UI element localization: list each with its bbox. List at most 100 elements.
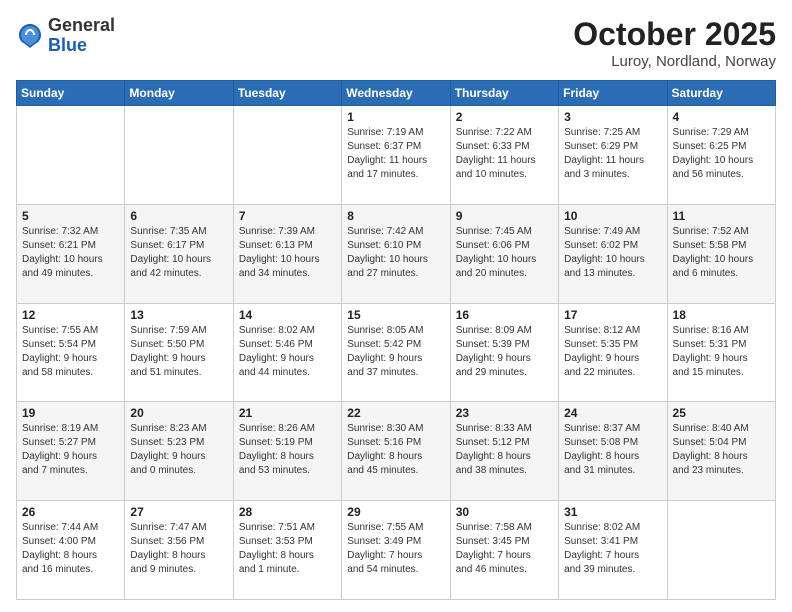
cell-date-w5-d4: 29 bbox=[347, 505, 444, 519]
cell-info-w3-d5: Sunrise: 8:09 AM Sunset: 5:39 PM Dayligh… bbox=[456, 324, 553, 380]
calendar-cell-w1-d7: 4Sunrise: 7:29 AM Sunset: 6:25 PM Daylig… bbox=[667, 106, 775, 205]
logo-general-text: General bbox=[48, 16, 115, 36]
cell-date-w2-d5: 9 bbox=[456, 209, 553, 223]
calendar-cell-w1-d3 bbox=[233, 106, 341, 205]
cell-date-w2-d4: 8 bbox=[347, 209, 444, 223]
calendar-cell-w3-d1: 12Sunrise: 7:55 AM Sunset: 5:54 PM Dayli… bbox=[17, 303, 125, 402]
calendar-header-row: Sunday Monday Tuesday Wednesday Thursday… bbox=[17, 81, 776, 106]
cell-date-w3-d7: 18 bbox=[673, 308, 770, 322]
title-location: Luroy, Nordland, Norway bbox=[573, 53, 776, 70]
cell-date-w4-d1: 19 bbox=[22, 406, 119, 420]
cell-info-w2-d2: Sunrise: 7:35 AM Sunset: 6:17 PM Dayligh… bbox=[130, 225, 227, 281]
calendar-cell-w4-d1: 19 Sunrise: 8:19 AM Sunset: 5:27 PM Dayli… bbox=[17, 402, 125, 501]
cell-date-w3-d4: 15 bbox=[347, 308, 444, 322]
calendar-week-3: 12Sunrise: 7:55 AM Sunset: 5:54 PM Dayli… bbox=[17, 303, 776, 402]
logo-blue-text: Blue bbox=[48, 36, 115, 56]
cell-info-w4-d7: Sunrise: 8:40 AM Sunset: 5:04 PM Dayligh… bbox=[673, 422, 770, 478]
calendar-cell-w2-d1: 5 Sunrise: 7:32 AM Sunset: 6:21 PM Daylig… bbox=[17, 204, 125, 303]
calendar-cell-w2-d7: 11Sunrise: 7:52 AM Sunset: 5:58 PM Dayli… bbox=[667, 204, 775, 303]
cell-info-w4-d6: Sunrise: 8:37 AM Sunset: 5:08 PM Dayligh… bbox=[564, 422, 661, 478]
cell-date-w1-d4: 1 bbox=[347, 110, 444, 124]
calendar-cell-w5-d4: 29 Sunrise: 7:55 AM Sunset: 3:49 PM Dayli… bbox=[342, 501, 450, 600]
cell-date-w5-d6: 31 bbox=[564, 505, 661, 519]
cell-info-w1-d5: Sunrise: 7:22 AM Sunset: 6:33 PM Dayligh… bbox=[456, 126, 553, 182]
calendar-cell-w4-d2: 20Sunrise: 8:23 AM Sunset: 5:23 PM Dayli… bbox=[125, 402, 233, 501]
calendar-cell-w1-d2 bbox=[125, 106, 233, 205]
calendar-cell-w2-d3: 7 Sunrise: 7:39 AM Sunset: 6:13 PM Daylig… bbox=[233, 204, 341, 303]
cell-info-w5-d4: Sunrise: 7:55 AM Sunset: 3:49 PM Dayligh… bbox=[347, 521, 444, 577]
calendar-cell-w5-d7 bbox=[667, 501, 775, 600]
calendar-cell-w3-d4: 15Sunrise: 8:05 AM Sunset: 5:42 PM Dayli… bbox=[342, 303, 450, 402]
cell-date-w5-d5: 30 bbox=[456, 505, 553, 519]
header: General Blue October 2025 Luroy, Nordlan… bbox=[16, 16, 776, 70]
calendar-cell-w3-d7: 18 Sunrise: 8:16 AM Sunset: 5:31 PM Dayli… bbox=[667, 303, 775, 402]
cell-date-w3-d6: 17 bbox=[564, 308, 661, 322]
calendar-cell-w3-d2: 13 Sunrise: 7:59 AM Sunset: 5:50 PM Dayli… bbox=[125, 303, 233, 402]
calendar-cell-w2-d2: 6 Sunrise: 7:35 AM Sunset: 6:17 PM Daylig… bbox=[125, 204, 233, 303]
cell-info-w3-d3: Sunrise: 8:02 AM Sunset: 5:46 PM Dayligh… bbox=[239, 324, 336, 380]
cell-date-w2-d1: 5 bbox=[22, 209, 119, 223]
logo: General Blue bbox=[16, 16, 115, 56]
cell-date-w5-d3: 28 bbox=[239, 505, 336, 519]
calendar-week-4: 19 Sunrise: 8:19 AM Sunset: 5:27 PM Dayli… bbox=[17, 402, 776, 501]
calendar-cell-w5-d5: 30 Sunrise: 7:58 AM Sunset: 3:45 PM Dayli… bbox=[450, 501, 558, 600]
day-header-saturday: Saturday bbox=[667, 81, 775, 106]
calendar-table: Sunday Monday Tuesday Wednesday Thursday… bbox=[16, 80, 776, 600]
cell-date-w5-d1: 26 bbox=[22, 505, 119, 519]
calendar-cell-w5-d1: 26 Sunrise: 7:44 AM Sunset: 4:00 PM Dayli… bbox=[17, 501, 125, 600]
calendar-cell-w5-d3: 28 Sunrise: 7:51 AM Sunset: 3:53 PM Dayli… bbox=[233, 501, 341, 600]
calendar-week-2: 5 Sunrise: 7:32 AM Sunset: 6:21 PM Daylig… bbox=[17, 204, 776, 303]
cell-date-w4-d7: 25 bbox=[673, 406, 770, 420]
cell-date-w4-d3: 21 bbox=[239, 406, 336, 420]
calendar-cell-w3-d5: 16Sunrise: 8:09 AM Sunset: 5:39 PM Dayli… bbox=[450, 303, 558, 402]
cell-info-w4-d1: Sunrise: 8:19 AM Sunset: 5:27 PM Dayligh… bbox=[22, 422, 119, 478]
cell-info-w1-d7: Sunrise: 7:29 AM Sunset: 6:25 PM Dayligh… bbox=[673, 126, 770, 182]
cell-date-w3-d3: 14 bbox=[239, 308, 336, 322]
logo-icon bbox=[16, 22, 44, 50]
cell-date-w1-d6: 3 bbox=[564, 110, 661, 124]
cell-date-w2-d6: 10 bbox=[564, 209, 661, 223]
calendar-cell-w2-d4: 8 Sunrise: 7:42 AM Sunset: 6:10 PM Daylig… bbox=[342, 204, 450, 303]
day-header-monday: Monday bbox=[125, 81, 233, 106]
calendar-cell-w5-d2: 27 Sunrise: 7:47 AM Sunset: 3:56 PM Dayli… bbox=[125, 501, 233, 600]
cell-info-w5-d3: Sunrise: 7:51 AM Sunset: 3:53 PM Dayligh… bbox=[239, 521, 336, 577]
calendar-cell-w5-d6: 31Sunrise: 8:02 AM Sunset: 3:41 PM Dayli… bbox=[559, 501, 667, 600]
cell-info-w2-d6: Sunrise: 7:49 AM Sunset: 6:02 PM Dayligh… bbox=[564, 225, 661, 281]
title-block: October 2025 Luroy, Nordland, Norway bbox=[573, 16, 776, 70]
cell-date-w2-d7: 11 bbox=[673, 209, 770, 223]
cell-info-w2-d4: Sunrise: 7:42 AM Sunset: 6:10 PM Dayligh… bbox=[347, 225, 444, 281]
cell-date-w5-d2: 27 bbox=[130, 505, 227, 519]
day-header-wednesday: Wednesday bbox=[342, 81, 450, 106]
cell-info-w3-d6: Sunrise: 8:12 AM Sunset: 5:35 PM Dayligh… bbox=[564, 324, 661, 380]
cell-info-w2-d3: Sunrise: 7:39 AM Sunset: 6:13 PM Dayligh… bbox=[239, 225, 336, 281]
calendar-cell-w4-d6: 24 Sunrise: 8:37 AM Sunset: 5:08 PM Dayli… bbox=[559, 402, 667, 501]
cell-info-w4-d5: Sunrise: 8:33 AM Sunset: 5:12 PM Dayligh… bbox=[456, 422, 553, 478]
calendar-cell-w1-d1 bbox=[17, 106, 125, 205]
cell-date-w1-d5: 2 bbox=[456, 110, 553, 124]
calendar-week-1: 1 Sunrise: 7:19 AM Sunset: 6:37 PM Daylig… bbox=[17, 106, 776, 205]
cell-date-w4-d6: 24 bbox=[564, 406, 661, 420]
day-header-sunday: Sunday bbox=[17, 81, 125, 106]
page: General Blue October 2025 Luroy, Nordlan… bbox=[0, 0, 792, 612]
calendar-cell-w1-d4: 1 Sunrise: 7:19 AM Sunset: 6:37 PM Daylig… bbox=[342, 106, 450, 205]
cell-info-w5-d1: Sunrise: 7:44 AM Sunset: 4:00 PM Dayligh… bbox=[22, 521, 119, 577]
cell-info-w5-d5: Sunrise: 7:58 AM Sunset: 3:45 PM Dayligh… bbox=[456, 521, 553, 577]
cell-info-w4-d2: Sunrise: 8:23 AM Sunset: 5:23 PM Dayligh… bbox=[130, 422, 227, 478]
day-header-thursday: Thursday bbox=[450, 81, 558, 106]
title-month: October 2025 bbox=[573, 16, 776, 53]
cell-info-w3-d2: Sunrise: 7:59 AM Sunset: 5:50 PM Dayligh… bbox=[130, 324, 227, 380]
cell-info-w2-d1: Sunrise: 7:32 AM Sunset: 6:21 PM Dayligh… bbox=[22, 225, 119, 281]
cell-date-w2-d2: 6 bbox=[130, 209, 227, 223]
calendar-cell-w1-d6: 3Sunrise: 7:25 AM Sunset: 6:29 PM Daylig… bbox=[559, 106, 667, 205]
cell-date-w4-d4: 22 bbox=[347, 406, 444, 420]
cell-info-w1-d4: Sunrise: 7:19 AM Sunset: 6:37 PM Dayligh… bbox=[347, 126, 444, 182]
day-header-tuesday: Tuesday bbox=[233, 81, 341, 106]
cell-info-w5-d2: Sunrise: 7:47 AM Sunset: 3:56 PM Dayligh… bbox=[130, 521, 227, 577]
cell-date-w4-d5: 23 bbox=[456, 406, 553, 420]
cell-info-w2-d5: Sunrise: 7:45 AM Sunset: 6:06 PM Dayligh… bbox=[456, 225, 553, 281]
cell-info-w4-d3: Sunrise: 8:26 AM Sunset: 5:19 PM Dayligh… bbox=[239, 422, 336, 478]
calendar-cell-w4-d7: 25 Sunrise: 8:40 AM Sunset: 5:04 PM Dayli… bbox=[667, 402, 775, 501]
cell-date-w3-d2: 13 bbox=[130, 308, 227, 322]
cell-info-w3-d7: Sunrise: 8:16 AM Sunset: 5:31 PM Dayligh… bbox=[673, 324, 770, 380]
cell-date-w2-d3: 7 bbox=[239, 209, 336, 223]
